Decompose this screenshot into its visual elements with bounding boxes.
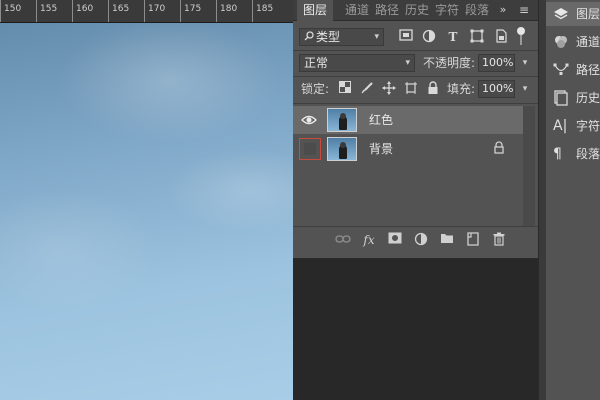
group-folder-icon[interactable] xyxy=(439,232,455,248)
dock-item-channels[interactable]: 通道 xyxy=(546,30,600,54)
lock-icon xyxy=(493,141,507,157)
filter-toggle-icon[interactable] xyxy=(517,27,525,35)
adjustment-layer-icon[interactable] xyxy=(413,232,429,248)
smart-object-filter-icon[interactable] xyxy=(493,29,509,45)
dock-item-layers[interactable]: 图层 xyxy=(546,2,600,26)
dock-item-paths[interactable]: 路径 xyxy=(546,58,600,82)
document-canvas[interactable]: 150 155 160 165 170 175 180 185 xyxy=(0,0,293,400)
dock-item-paragraph[interactable]: ¶ 段落 xyxy=(546,142,600,166)
paragraph-icon: ¶ xyxy=(553,146,562,162)
lock-transparent-pixels-icon[interactable] xyxy=(337,81,353,97)
ruler-tick: 180 xyxy=(216,0,244,22)
ruler-tick-label: 185 xyxy=(256,4,274,14)
opacity-label: 不透明度: xyxy=(423,56,476,70)
lock-all-icon[interactable] xyxy=(425,81,441,97)
ruler-tick-label: 150 xyxy=(4,4,22,14)
layer-row[interactable]: 背景 xyxy=(293,135,523,163)
type-filter-icon[interactable]: T xyxy=(445,29,461,45)
ruler-tick-label: 160 xyxy=(76,4,94,14)
layer-name[interactable]: 红色 xyxy=(369,112,393,128)
ruler-tick: 155 xyxy=(36,0,64,22)
divider xyxy=(293,103,538,104)
ruler-tick-label: 180 xyxy=(220,4,238,14)
layers-footer-toolbar: fx xyxy=(293,229,538,251)
filter-label: 类型 xyxy=(316,30,341,44)
more-tabs-button[interactable]: » xyxy=(495,0,511,20)
link-layers-icon[interactable] xyxy=(335,232,351,248)
layer-row[interactable]: 红色 xyxy=(293,106,523,134)
paths-icon xyxy=(553,62,569,78)
search-icon xyxy=(304,29,316,45)
divider xyxy=(293,76,538,77)
layer-name[interactable]: 背景 xyxy=(369,141,393,157)
chevron-down-icon: ▾ xyxy=(374,32,379,42)
channels-icon xyxy=(553,34,569,50)
visibility-toggle[interactable] xyxy=(299,138,321,160)
dock-item-label: 历史 xyxy=(576,91,600,105)
layer-thumbnail xyxy=(327,108,357,132)
layer-thumbnail xyxy=(327,137,357,161)
ruler-tick: 185 xyxy=(252,0,280,22)
new-layer-icon[interactable] xyxy=(465,232,481,248)
tab-layers[interactable]: 图层 xyxy=(297,0,334,21)
divider xyxy=(293,50,538,51)
layer-style-fx-icon[interactable]: fx xyxy=(361,232,377,248)
ruler-tick-label: 165 xyxy=(112,4,130,14)
chevron-down-icon[interactable]: ▾ xyxy=(518,54,532,72)
panel-menu-button[interactable]: ≡ xyxy=(515,0,533,20)
collapsed-panel-dock: 图层 通道 路径 历史 A| 字符 ¶ 段落 xyxy=(538,0,600,400)
image-filter-icon[interactable] xyxy=(398,29,414,45)
layer-filter-dropdown[interactable]: 类型 ▾ xyxy=(299,28,384,46)
blend-mode-value: 正常 xyxy=(304,56,329,70)
layers-panel: 图层 通道 路径 历史 字符 段落 » ≡ 类型 ▾ T 正常 ▾ 不透明度: … xyxy=(293,0,539,259)
ruler-tick: 165 xyxy=(108,0,136,22)
opacity-field[interactable]: 100% xyxy=(478,54,515,72)
adjustment-filter-icon[interactable] xyxy=(421,29,437,45)
lock-label: 锁定: xyxy=(301,82,330,96)
fill-label: 填充: xyxy=(447,82,476,96)
history-icon xyxy=(553,90,569,106)
dock-item-label: 通道 xyxy=(576,35,600,49)
ruler-tick-label: 170 xyxy=(148,4,166,14)
ruler-tick-label: 175 xyxy=(184,4,202,14)
layers-scrollbar[interactable] xyxy=(523,106,535,226)
dock-item-label: 路径 xyxy=(576,63,600,77)
panel-tab-bar: 图层 通道 路径 历史 字符 段落 » ≡ xyxy=(293,0,538,21)
dock-item-history[interactable]: 历史 xyxy=(546,86,600,110)
character-icon: A| xyxy=(553,118,568,134)
blend-mode-dropdown[interactable]: 正常 ▾ xyxy=(299,54,415,72)
ruler-tick: 150 xyxy=(0,0,28,22)
chevron-down-icon[interactable]: ▾ xyxy=(518,80,532,98)
dock-item-character[interactable]: A| 字符 xyxy=(546,114,600,138)
ruler-tick: 175 xyxy=(180,0,208,22)
dock-item-label: 图层 xyxy=(576,7,600,21)
add-mask-icon[interactable] xyxy=(387,232,403,248)
shape-filter-icon[interactable] xyxy=(469,29,485,45)
filter-toggle-track xyxy=(520,35,522,45)
layers-icon xyxy=(553,6,569,22)
trash-icon[interactable] xyxy=(491,232,507,248)
fill-field[interactable]: 100% xyxy=(478,80,515,98)
eye-icon[interactable] xyxy=(301,112,317,128)
dock-item-label: 段落 xyxy=(576,147,600,161)
lock-image-pixels-icon[interactable] xyxy=(359,81,375,97)
horizontal-ruler: 150 155 160 165 170 175 180 185 xyxy=(0,0,293,23)
dock-gutter xyxy=(539,0,546,400)
ruler-tick: 170 xyxy=(144,0,172,22)
chevron-down-icon: ▾ xyxy=(405,58,410,68)
lock-position-icon[interactable] xyxy=(381,81,397,97)
pasteboard xyxy=(313,258,538,400)
ruler-tick: 160 xyxy=(72,0,100,22)
divider xyxy=(293,226,538,227)
ruler-tick-label: 155 xyxy=(40,4,58,14)
lock-artboard-icon[interactable] xyxy=(403,81,419,97)
tab-paragraph[interactable]: 段落 xyxy=(459,0,495,20)
dock-item-label: 字符 xyxy=(576,119,600,133)
